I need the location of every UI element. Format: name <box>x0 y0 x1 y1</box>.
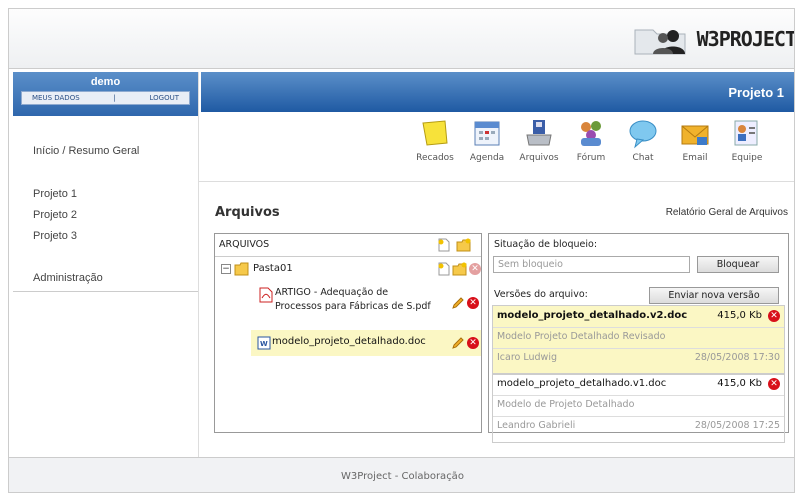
calendar-icon <box>471 117 503 149</box>
user-links: MEUS DADOS | LOGOUT <box>21 91 190 105</box>
folder-name[interactable]: Pasta01 <box>253 263 293 274</box>
forum-icon <box>575 117 607 149</box>
tool-email[interactable]: Email <box>669 117 721 163</box>
footer: W3Project - Colaboração <box>9 457 794 492</box>
lock-status-field[interactable]: Sem bloqueio <box>493 256 690 273</box>
edit-pencil-icon[interactable] <box>451 296 465 310</box>
tool-arquivos[interactable]: Arquivos <box>513 117 565 163</box>
tool-label: Recados <box>416 153 454 163</box>
lock-button[interactable]: Bloquear <box>697 256 779 273</box>
file-tree-panel: ARQUIVOS − Pasta01 ✕ ARTIGO - Adequação … <box>214 233 482 433</box>
version-date: 28/05/2008 17:25 <box>694 420 780 431</box>
chat-bubble-icon <box>627 117 659 149</box>
sidebar-item-projeto-1[interactable]: Projeto 1 <box>33 188 77 200</box>
version-size: 415,0 Kb <box>717 378 762 389</box>
sidebar-item-projeto-2[interactable]: Projeto 2 <box>33 209 77 221</box>
project-header: Projeto 1 <box>201 72 794 112</box>
files-icon <box>523 117 555 149</box>
delete-icon[interactable]: ✕ <box>467 297 479 309</box>
version-delete-icon[interactable]: ✕ <box>768 310 780 322</box>
version-description: Modelo Projeto Detalhado Revisado <box>497 331 666 342</box>
upload-new-version-button[interactable]: Enviar nova versão <box>649 287 779 304</box>
email-icon <box>679 117 711 149</box>
tool-label: Chat <box>632 153 654 163</box>
header-divider <box>215 256 481 257</box>
tool-equipe[interactable]: Equipe <box>721 117 773 163</box>
versions-label: Versões do arquivo: <box>494 289 588 300</box>
sidebar-item-resumo[interactable]: Início / Resumo Geral <box>33 145 139 157</box>
tool-label: Equipe <box>731 153 763 163</box>
new-file-icon[interactable] <box>437 238 451 252</box>
user-panel: demo MEUS DADOS | LOGOUT <box>13 72 198 116</box>
version-delete-icon[interactable]: ✕ <box>768 378 780 390</box>
logo-icon <box>633 22 693 56</box>
divider <box>493 348 784 349</box>
divider <box>493 395 784 396</box>
sidebar-divider <box>198 72 199 457</box>
selected-file-row[interactable]: W modelo_projeto_detalhado.doc ✕ <box>251 330 481 356</box>
file-item-pdf[interactable]: ARTIGO - Adequação de Processos para Fáb… <box>275 286 431 314</box>
tool-agenda[interactable]: Agenda <box>461 117 513 163</box>
version-author: Icaro Ludwig <box>497 352 557 363</box>
version-file-name: modelo_projeto_detalhado.v1.doc <box>497 378 667 389</box>
team-icon <box>731 117 763 149</box>
svg-text:W: W <box>260 340 268 348</box>
my-data-link[interactable]: MEUS DADOS <box>32 94 80 102</box>
folder-delete-icon[interactable]: ✕ <box>469 263 481 275</box>
collapse-toggle-icon[interactable]: − <box>221 264 231 274</box>
lock-status-label: Situação de bloqueio: <box>494 239 598 250</box>
brand-logo[interactable]: W3PROJECT <box>633 21 795 57</box>
version-item[interactable]: modelo_projeto_detalhado.v2.doc 415,0 Kb… <box>492 305 785 375</box>
sidebar-item-projeto-3[interactable]: Projeto 3 <box>33 230 77 242</box>
tool-recados[interactable]: Recados <box>409 117 461 163</box>
file-name-line1: ARTIGO - Adequação de <box>275 287 389 298</box>
module-toolbar: Recados Agenda Arquivos Fórum Chat Email… <box>409 117 773 163</box>
word-doc-icon: W <box>257 336 271 350</box>
file-name-line2: Processos para Fábricas de S.pdf <box>275 301 431 312</box>
pdf-file-icon <box>259 287 273 303</box>
tool-label: Arquivos <box>519 153 559 163</box>
sticky-note-icon <box>419 117 451 149</box>
edit-pencil-icon[interactable] <box>451 336 465 350</box>
footer-text: W3Project - Colaboração <box>341 471 464 482</box>
app-window: W3PROJECT demo MEUS DADOS | LOGOUT Proje… <box>8 8 795 493</box>
folder-new-file-icon[interactable] <box>437 262 451 276</box>
delete-icon[interactable]: ✕ <box>467 337 479 349</box>
folder-new-folder-icon[interactable] <box>452 262 467 276</box>
sidebar: Início / Resumo Geral Projeto 1 Projeto … <box>13 116 198 292</box>
file-name: modelo_projeto_detalhado.doc <box>272 336 426 347</box>
section-title: Arquivos <box>215 205 280 220</box>
project-title: Projeto 1 <box>728 85 784 100</box>
file-tree-header: ARQUIVOS <box>219 239 270 250</box>
user-name: demo <box>90 76 121 88</box>
file-details-panel: Situação de bloqueio: Sem bloqueio Bloqu… <box>488 233 789 443</box>
version-description: Modelo de Projeto Detalhado <box>497 399 635 410</box>
version-size: 415,0 Kb <box>717 310 762 321</box>
version-date: 28/05/2008 17:30 <box>694 352 780 363</box>
divider <box>493 416 784 417</box>
report-link[interactable]: Relatório Geral de Arquivos <box>666 207 788 218</box>
sidebar-item-administracao[interactable]: Administração <box>33 272 103 284</box>
link-separator: | <box>113 94 116 102</box>
tool-label: Agenda <box>469 153 505 163</box>
new-folder-icon[interactable] <box>456 238 471 252</box>
version-author: Leandro Gabrieli <box>497 420 576 431</box>
tool-label: Email <box>682 153 708 163</box>
toolbar-divider <box>199 181 794 182</box>
tool-chat[interactable]: Chat <box>617 117 669 163</box>
tool-label: Fórum <box>576 153 606 163</box>
logo-text: W3PROJECT <box>696 27 795 51</box>
version-item[interactable]: modelo_projeto_detalhado.v1.doc 415,0 Kb… <box>492 373 785 443</box>
divider <box>493 327 784 328</box>
version-file-name: modelo_projeto_detalhado.v2.doc <box>497 310 688 321</box>
logout-link[interactable]: LOGOUT <box>149 94 179 102</box>
tool-forum[interactable]: Fórum <box>565 117 617 163</box>
top-header: W3PROJECT <box>9 9 795 69</box>
folder-icon <box>234 262 249 276</box>
